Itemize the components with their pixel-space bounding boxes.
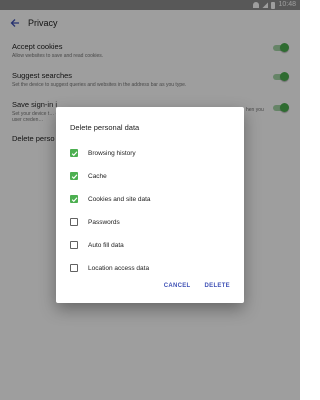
option-label: Browsing history: [88, 149, 136, 157]
option-browsing-history[interactable]: Browsing history: [70, 145, 235, 161]
dialog-title: Delete personal data: [70, 123, 140, 132]
checkbox-unchecked-icon[interactable]: [70, 264, 78, 272]
option-label: Cache: [88, 172, 107, 180]
checkbox-checked-icon[interactable]: [70, 195, 78, 203]
option-label: Cookies and site data: [88, 195, 151, 203]
delete-button[interactable]: DELETE: [205, 283, 230, 289]
option-label: Passwords: [88, 218, 120, 226]
option-auto-fill-data[interactable]: Auto fill data: [70, 237, 235, 253]
delete-personal-data-dialog: Delete personal data Browsing history Ca…: [56, 107, 244, 303]
checkbox-checked-icon[interactable]: [70, 172, 78, 180]
option-passwords[interactable]: Passwords: [70, 214, 235, 230]
dialog-actions: CANCEL DELETE: [164, 283, 230, 289]
cancel-button[interactable]: CANCEL: [164, 283, 191, 289]
option-location-access-data[interactable]: Location access data: [70, 260, 235, 276]
option-cookies-and-site-data[interactable]: Cookies and site data: [70, 191, 235, 207]
checkbox-unchecked-icon[interactable]: [70, 241, 78, 249]
checkbox-checked-icon[interactable]: [70, 149, 78, 157]
option-label: Location access data: [88, 264, 150, 272]
option-label: Auto fill data: [88, 241, 124, 249]
option-cache[interactable]: Cache: [70, 168, 235, 184]
checkbox-unchecked-icon[interactable]: [70, 218, 78, 226]
